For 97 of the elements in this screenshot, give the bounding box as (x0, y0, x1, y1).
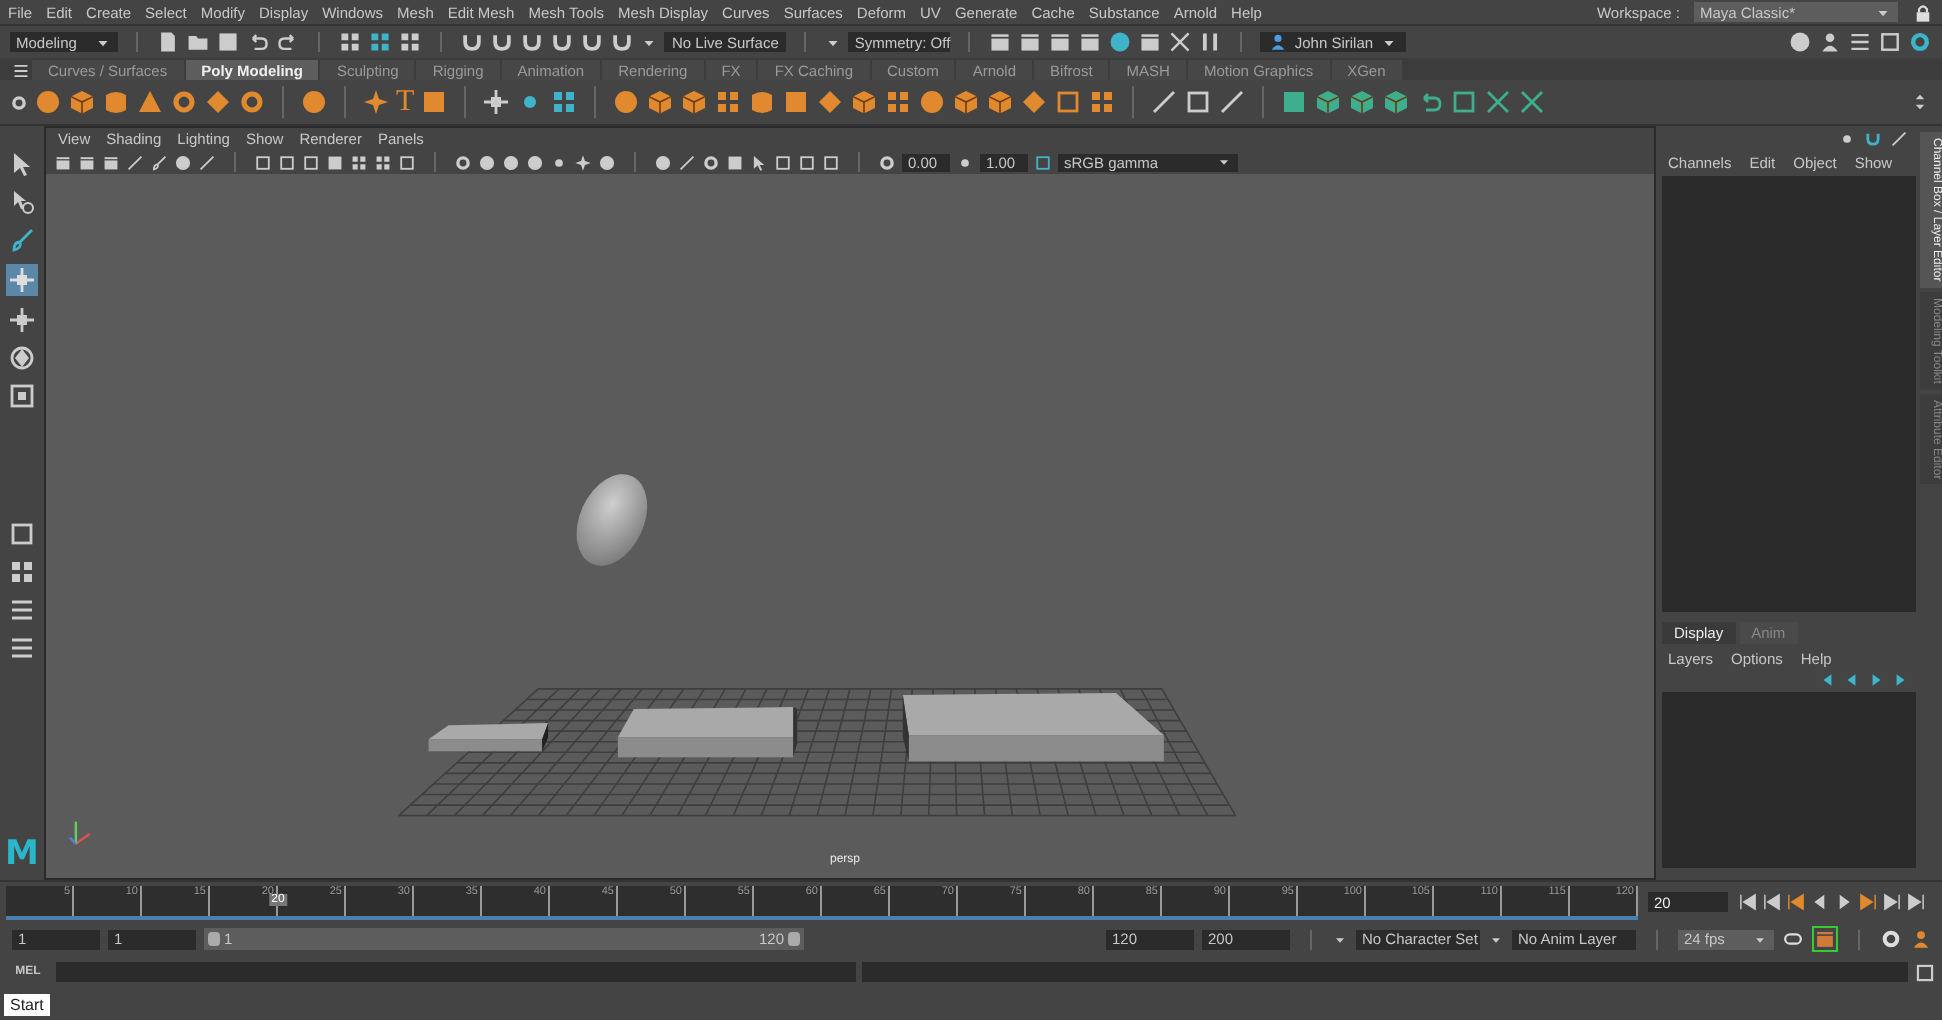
pause-icon[interactable] (1198, 30, 1223, 54)
exposure-icon[interactable] (878, 153, 896, 171)
view-option-icon[interactable] (350, 153, 368, 171)
loop-icon[interactable] (1782, 928, 1804, 950)
select-component-icon[interactable] (398, 30, 422, 54)
redo-icon[interactable] (276, 30, 300, 54)
script-editor-icon[interactable] (1914, 961, 1936, 983)
scroll-icon[interactable] (1910, 92, 1930, 112)
cylinder-icon[interactable] (102, 88, 130, 116)
mesh-tool-icon[interactable] (918, 88, 947, 116)
clapperboard-icon[interactable] (1138, 30, 1163, 54)
select-hierarchy-icon[interactable] (338, 30, 362, 54)
running-figure-icon[interactable] (1910, 928, 1932, 950)
person-icon (1268, 32, 1289, 52)
text-tool[interactable]: T (396, 88, 415, 116)
torus-icon[interactable] (170, 88, 198, 116)
mesh-tool-icon[interactable] (714, 88, 743, 116)
logo: M (5, 836, 39, 872)
move-icon[interactable] (8, 306, 36, 334)
skip-to-start-icon[interactable] (1738, 892, 1758, 912)
mesh-tool-icon[interactable] (884, 88, 913, 116)
new-file-icon[interactable] (156, 30, 180, 54)
arch-icon[interactable] (1864, 130, 1882, 148)
view-option-icon[interactable] (398, 153, 416, 171)
axis-icon (69, 821, 91, 845)
snap-surface-icon[interactable] (580, 30, 604, 54)
cone-icon[interactable] (136, 88, 164, 116)
list-icon[interactable] (1848, 30, 1872, 54)
figure-icon[interactable] (1818, 30, 1842, 54)
mesh-tool-icon[interactable] (1088, 88, 1117, 116)
view-option-icon[interactable] (374, 153, 392, 171)
node-icon[interactable] (1838, 130, 1856, 148)
gamma-icon[interactable] (956, 153, 974, 171)
panel-icon[interactable] (1878, 30, 1902, 54)
outliner-icon[interactable] (8, 634, 36, 662)
mesh-tool-icon[interactable] (986, 88, 1015, 116)
uv-tool-icon[interactable] (1382, 88, 1411, 116)
mesh-tool-icon[interactable] (1020, 88, 1049, 116)
open-folder-icon[interactable] (186, 30, 210, 54)
paint-brush-icon[interactable] (8, 226, 36, 254)
single-pane-icon[interactable] (8, 520, 36, 548)
clapperboard-icon[interactable] (1078, 30, 1103, 54)
uv-tool-icon[interactable] (1484, 88, 1513, 116)
mesh-tool-icon[interactable] (1054, 88, 1083, 116)
mesh-tool-icon[interactable] (850, 88, 879, 116)
scale-icon[interactable] (8, 382, 36, 410)
move-tool-icon[interactable] (8, 266, 36, 294)
skip-to-end-icon[interactable] (1906, 892, 1926, 912)
four-pane-icon[interactable] (8, 558, 36, 586)
snap-view-icon[interactable] (610, 30, 634, 54)
tile-icon[interactable] (420, 88, 449, 116)
mesh-tool-icon[interactable] (816, 88, 845, 116)
play-forward-icon[interactable] (1834, 892, 1854, 912)
select-object-icon[interactable] (368, 30, 392, 54)
mesh-tool-icon[interactable] (782, 88, 811, 116)
next-key-icon[interactable] (1882, 892, 1902, 912)
diamond-icon[interactable] (204, 88, 232, 116)
star-icon[interactable] (362, 88, 390, 116)
lasso-icon[interactable] (8, 188, 36, 216)
ring-icon[interactable] (238, 88, 266, 116)
snap-point-icon[interactable] (520, 30, 544, 54)
color-management-icon[interactable] (1034, 153, 1052, 171)
play-backward-icon[interactable] (1810, 892, 1830, 912)
uv-tool-icon[interactable] (1348, 88, 1377, 116)
uv-tool-icon[interactable] (1314, 88, 1343, 116)
mesh-tool-icon[interactable] (748, 88, 777, 116)
cube-icon[interactable] (68, 88, 96, 116)
caret-icon (1216, 154, 1232, 170)
mesh-tool-icon[interactable] (612, 88, 641, 116)
start-button[interactable]: Start (4, 993, 50, 1015)
rotate-icon[interactable] (8, 344, 36, 372)
uv-tool-icon[interactable] (1518, 88, 1547, 116)
clapperboard-icon[interactable] (1018, 30, 1043, 54)
step-forward-icon[interactable] (1858, 892, 1878, 912)
step-back-icon[interactable] (1786, 892, 1806, 912)
clapperboard-icon[interactable] (988, 30, 1013, 54)
collapse-icon[interactable] (12, 62, 30, 80)
snap-grid-icon[interactable] (460, 30, 484, 54)
snap-projected-icon[interactable] (550, 30, 574, 54)
two-pane-icon[interactable] (8, 596, 36, 624)
slab (428, 723, 549, 752)
lock-icon[interactable] (1912, 1, 1934, 23)
uv-tool-icon[interactable] (1450, 88, 1479, 116)
ellipsoid (576, 474, 648, 566)
clapperboard-icon[interactable] (1048, 30, 1073, 54)
mesh-tool-icon[interactable] (952, 88, 981, 116)
sphere-icon[interactable] (34, 88, 62, 116)
render-sphere-icon[interactable] (1108, 30, 1133, 54)
uv-tool-icon[interactable] (1280, 88, 1309, 116)
save-icon[interactable] (216, 30, 240, 54)
undo-icon[interactable] (246, 30, 270, 54)
snap-curve-icon[interactable] (490, 30, 514, 54)
mesh-tool-icon[interactable] (680, 88, 709, 116)
mesh-tool-icon[interactable] (646, 88, 675, 116)
axis-icon[interactable] (482, 88, 511, 116)
previous-key-icon[interactable] (1762, 892, 1782, 912)
command-field[interactable] (56, 962, 856, 982)
